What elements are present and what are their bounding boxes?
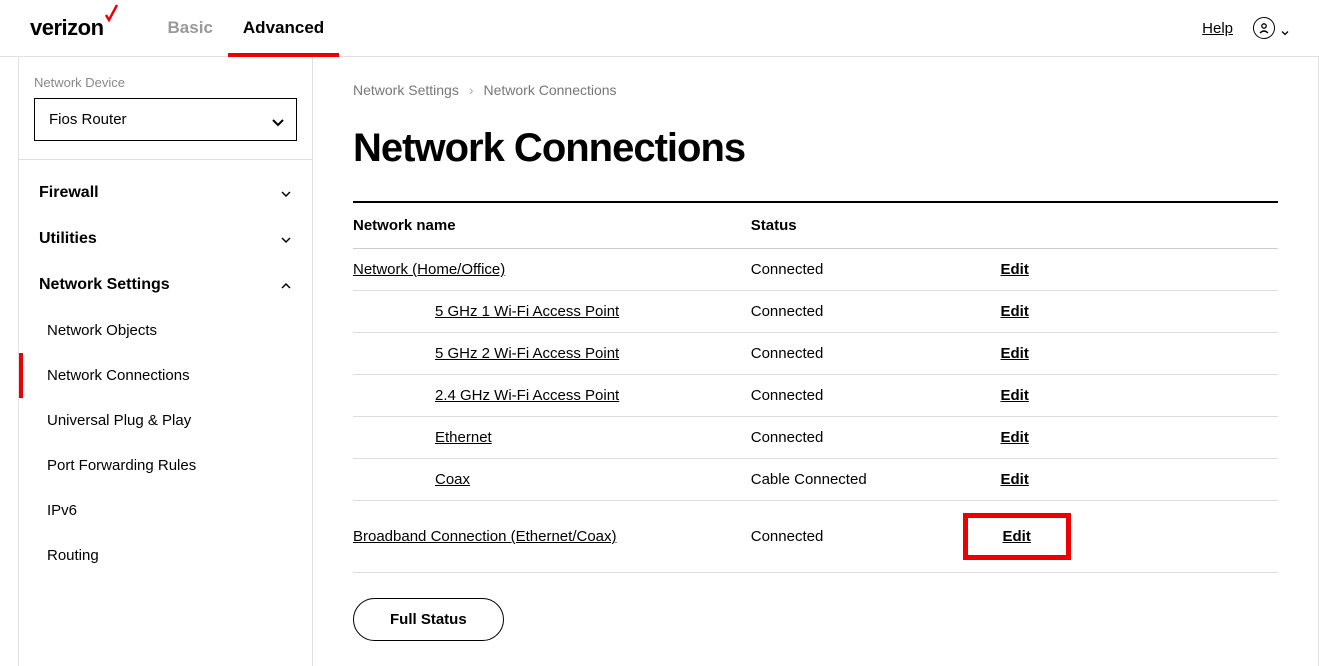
network-link[interactable]: 5 GHz 2 Wi-Fi Access Point: [353, 345, 619, 362]
logo-text: verizon: [30, 15, 104, 40]
chevron-down-icon: [1281, 24, 1289, 32]
table-row: 5 GHz 2 Wi-Fi Access Point ConnectedEdit: [353, 333, 1278, 375]
cell-status: Cable Connected: [751, 459, 1001, 501]
user-menu[interactable]: [1253, 17, 1289, 39]
cell-name: Broadband Connection (Ethernet/Coax): [353, 501, 751, 573]
edit-link[interactable]: Edit: [1001, 345, 1029, 362]
cell-name: Ethernet: [353, 417, 751, 459]
table-row: 5 GHz 1 Wi-Fi Access Point ConnectedEdit: [353, 291, 1278, 333]
content-area: Network Settings › Network Connections N…: [313, 57, 1319, 666]
edit-link[interactable]: Edit: [1001, 261, 1029, 278]
chevron-down-icon: [280, 233, 292, 245]
edit-link[interactable]: Edit: [1001, 429, 1029, 446]
chevron-down-icon: [280, 187, 292, 199]
highlight-box: Edit: [963, 513, 1071, 560]
help-link[interactable]: Help: [1202, 20, 1233, 37]
sidebar-item-ipv6[interactable]: IPv6: [19, 488, 312, 533]
breadcrumb: Network Settings › Network Connections: [353, 82, 1278, 98]
nav-group-label: Firewall: [39, 184, 99, 202]
chevron-up-icon: [280, 279, 292, 291]
edit-link[interactable]: Edit: [1001, 471, 1029, 488]
table-header-action: [1001, 202, 1279, 249]
table-header-name: Network name: [353, 202, 751, 249]
edit-link[interactable]: Edit: [1001, 303, 1029, 320]
nav-tabs: Basic Advanced: [153, 0, 340, 57]
breadcrumb-parent[interactable]: Network Settings: [353, 82, 459, 98]
cell-status: Connected: [751, 249, 1001, 291]
table-row: Ethernet ConnectedEdit: [353, 417, 1278, 459]
table-row: 2.4 GHz Wi-Fi Access Point ConnectedEdit: [353, 375, 1278, 417]
chevron-right-icon: ›: [469, 82, 474, 98]
cell-name: 2.4 GHz Wi-Fi Access Point: [353, 375, 751, 417]
sidebar-item-network-objects[interactable]: Network Objects: [19, 308, 312, 353]
network-link[interactable]: Ethernet: [353, 429, 492, 446]
nav-group-label: Utilities: [39, 230, 97, 248]
header-right: Help: [1202, 17, 1289, 39]
cell-name: 5 GHz 1 Wi-Fi Access Point: [353, 291, 751, 333]
cell-action: Edit: [1001, 501, 1279, 573]
edit-link[interactable]: Edit: [1001, 387, 1029, 404]
connections-table: Network name Status Network (Home/Office…: [353, 201, 1278, 573]
nav-group-firewall[interactable]: Firewall: [19, 170, 312, 216]
cell-status: Connected: [751, 375, 1001, 417]
cell-action: Edit: [1001, 375, 1279, 417]
table-row: Broadband Connection (Ethernet/Coax)Conn…: [353, 501, 1278, 573]
full-status-button[interactable]: Full Status: [353, 598, 504, 641]
sidebar-nav: Firewall Utilities Network Settings Netw…: [19, 160, 312, 588]
sidebar: Network Device Fios Router Firewall Util…: [18, 57, 313, 666]
table-header-status: Status: [751, 202, 1001, 249]
cell-action: Edit: [1001, 249, 1279, 291]
cell-status: Connected: [751, 291, 1001, 333]
device-selected-value: Fios Router: [49, 111, 127, 128]
sidebar-item-routing[interactable]: Routing: [19, 533, 312, 578]
chevron-down-icon: [270, 114, 282, 126]
cell-name: Network (Home/Office): [353, 249, 751, 291]
verizon-logo: verizon: [30, 15, 118, 41]
page-title: Network Connections: [353, 126, 1278, 171]
cell-name: Coax: [353, 459, 751, 501]
nav-group-label: Network Settings: [39, 276, 170, 294]
nav-group-network-settings[interactable]: Network Settings: [19, 262, 312, 308]
device-select[interactable]: Fios Router: [34, 98, 297, 141]
nav-group-utilities[interactable]: Utilities: [19, 216, 312, 262]
network-link[interactable]: 2.4 GHz Wi-Fi Access Point: [353, 387, 619, 404]
user-icon: [1253, 17, 1275, 39]
top-header: verizon Basic Advanced Help: [0, 0, 1319, 57]
edit-link[interactable]: Edit: [1003, 528, 1031, 545]
sidebar-item-port-forwarding[interactable]: Port Forwarding Rules: [19, 443, 312, 488]
cell-action: Edit: [1001, 333, 1279, 375]
network-link[interactable]: Broadband Connection (Ethernet/Coax): [353, 528, 617, 545]
cell-action: Edit: [1001, 459, 1279, 501]
sidebar-item-network-connections[interactable]: Network Connections: [19, 353, 312, 398]
network-link[interactable]: Coax: [353, 471, 470, 488]
check-icon: [104, 11, 118, 31]
device-label: Network Device: [34, 75, 297, 90]
cell-status: Connected: [751, 333, 1001, 375]
device-section: Network Device Fios Router: [19, 57, 312, 160]
sidebar-item-upnp[interactable]: Universal Plug & Play: [19, 398, 312, 443]
table-row: Coax Cable ConnectedEdit: [353, 459, 1278, 501]
tab-basic[interactable]: Basic: [153, 0, 228, 57]
main-layout: Network Device Fios Router Firewall Util…: [0, 57, 1319, 666]
network-link[interactable]: Network (Home/Office): [353, 261, 505, 278]
breadcrumb-current: Network Connections: [484, 82, 617, 98]
cell-status: Connected: [751, 417, 1001, 459]
tab-advanced[interactable]: Advanced: [228, 0, 339, 57]
table-row: Network (Home/Office) ConnectedEdit: [353, 249, 1278, 291]
cell-action: Edit: [1001, 291, 1279, 333]
network-link[interactable]: 5 GHz 1 Wi-Fi Access Point: [353, 303, 619, 320]
cell-action: Edit: [1001, 417, 1279, 459]
cell-name: 5 GHz 2 Wi-Fi Access Point: [353, 333, 751, 375]
